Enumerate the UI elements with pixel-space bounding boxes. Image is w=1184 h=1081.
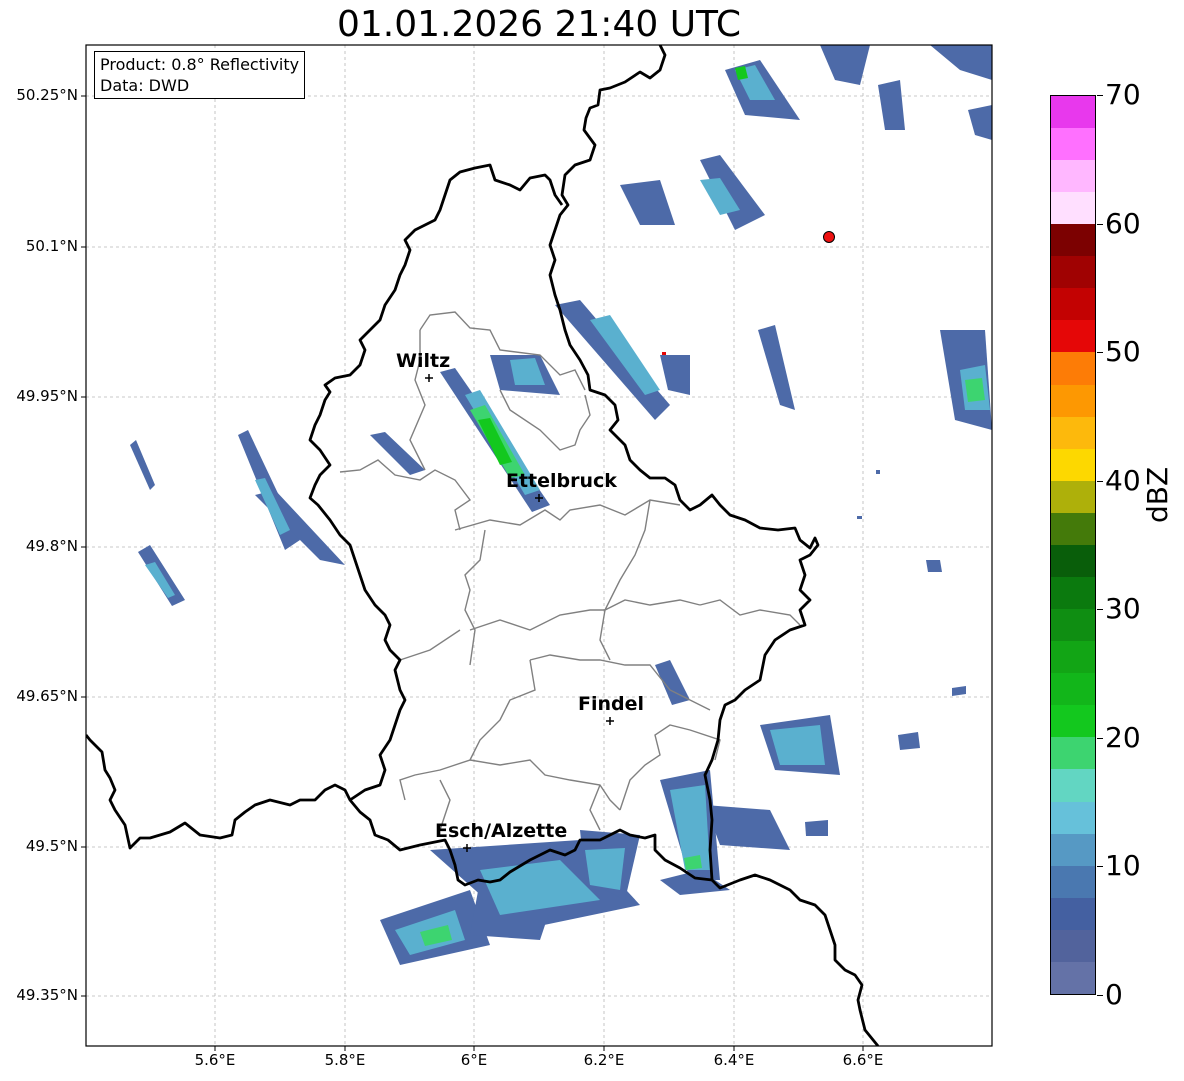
colorbar-swatch (1051, 801, 1095, 834)
colorbar-swatch (1051, 256, 1095, 289)
colorbar-tick-label: 70 (1105, 78, 1141, 111)
colorbar-swatch (1051, 95, 1095, 128)
colorbar-swatch (1051, 448, 1095, 481)
colorbar-swatch (1051, 352, 1095, 385)
lon-label: 5.8°E (324, 1051, 366, 1069)
colorbar-swatch (1051, 224, 1095, 257)
city-label-esch-alzette: Esch/Alzette (435, 820, 568, 842)
lon-label: 6.4°E (713, 1051, 755, 1069)
colorbar-tick-label: 0 (1105, 978, 1123, 1011)
lat-label: 49.95°N (16, 387, 78, 405)
colorbar-swatch (1051, 609, 1095, 642)
colorbar-swatch (1051, 705, 1095, 738)
colorbar-swatch (1051, 641, 1095, 674)
lat-label: 50.1°N (25, 237, 78, 255)
colorbar-swatch (1051, 384, 1095, 417)
colorbar-tick (1097, 866, 1103, 867)
colorbar-swatch (1051, 576, 1095, 610)
product-info-box: Product: 0.8° Reflectivity Data: DWD (94, 51, 306, 99)
colorbar-swatch (1051, 737, 1095, 770)
colorbar-swatch (1051, 416, 1095, 449)
colorbar-swatch (1051, 127, 1095, 160)
lon-label: 6°E (460, 1051, 488, 1069)
colorbar-tick-label: 20 (1105, 721, 1141, 754)
lat-label: 49.35°N (16, 986, 78, 1004)
lat-label: 50.25°N (16, 86, 78, 104)
colorbar-tick (1097, 481, 1103, 482)
lon-label: 5.6°E (194, 1051, 236, 1069)
radar-map (81, 44, 993, 1051)
colorbar-swatch (1051, 673, 1095, 706)
colorbar-tick (1097, 609, 1103, 610)
colorbar-swatch (1051, 544, 1095, 577)
colorbar-tick (1097, 95, 1103, 96)
colorbar-unit-label: dBZ (1141, 466, 1174, 523)
data-source-label: Data: DWD (100, 76, 190, 95)
colorbar-tick-label: 40 (1105, 464, 1141, 497)
lon-label: 6.2°E (583, 1051, 625, 1069)
colorbar-tick (1097, 738, 1103, 739)
colorbar-swatch (1051, 288, 1095, 321)
lat-label: 49.5°N (25, 837, 78, 855)
colorbar-tick-label: 50 (1105, 335, 1141, 368)
colorbar-swatch (1051, 897, 1095, 930)
city-label-wiltz: Wiltz (396, 350, 451, 372)
colorbar-tick-label: 60 (1105, 207, 1141, 240)
dbz-colorbar (1050, 95, 1096, 995)
colorbar-swatch (1051, 320, 1095, 353)
colorbar-swatch (1051, 865, 1095, 898)
colorbar-swatch (1051, 769, 1095, 802)
colorbar-swatch (1051, 159, 1095, 193)
colorbar-swatch (1051, 961, 1095, 994)
city-label-ettelbruck: Ettelbruck (506, 470, 617, 492)
colorbar-swatch (1051, 929, 1095, 962)
colorbar-swatch (1051, 192, 1095, 225)
city-label-findel: Findel (578, 693, 645, 715)
colorbar-tick (1097, 224, 1103, 225)
lat-label: 49.65°N (16, 687, 78, 705)
colorbar-swatch (1051, 512, 1095, 545)
colorbar-tick-label: 10 (1105, 849, 1141, 882)
radar-site-marker (823, 231, 835, 243)
colorbar-swatch (1051, 833, 1095, 866)
lat-label: 49.8°N (25, 537, 78, 555)
colorbar-tick (1097, 352, 1103, 353)
lon-label: 6.6°E (842, 1051, 884, 1069)
colorbar-tick (1097, 995, 1103, 996)
product-label: Product: 0.8° Reflectivity (100, 55, 300, 74)
colorbar-swatch (1051, 480, 1095, 513)
colorbar-tick-label: 30 (1105, 592, 1141, 625)
